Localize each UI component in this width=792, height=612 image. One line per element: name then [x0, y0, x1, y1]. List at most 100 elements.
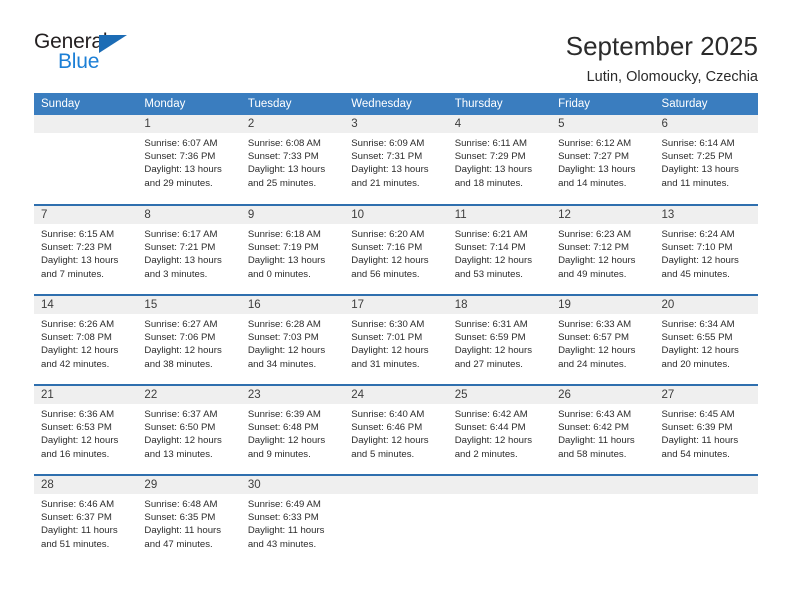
day-details: Sunrise: 6:07 AM Sunset: 7:36 PM Daylight:… [137, 133, 240, 190]
calendar-day-cell[interactable]: 19 Sunrise: 6:33 AM Sunset: 6:57 PM Dayligh… [551, 294, 655, 385]
detail-daylight-line2: and 43 minutes. [247, 538, 317, 550]
page-header: General Blue September 2025 Lutin, Olomo… [0, 0, 792, 85]
detail-sunrise: Sunrise: 6:12 AM [558, 138, 632, 149]
detail-sunset: Sunset: 6:48 PM [247, 422, 319, 434]
calendar-day-cell[interactable]: 7 Sunrise: 6:15 AM Sunset: 7:23 PM Daylight… [34, 204, 138, 295]
calendar-day-cell[interactable]: 17 Sunrise: 6:30 AM Sunset: 7:01 PM Dayligh… [344, 294, 448, 385]
day-number: 6 [654, 115, 758, 133]
detail-sunset: Sunset: 7:31 PM [351, 151, 423, 163]
detail-daylight-line2: and 27 minutes. [454, 358, 523, 370]
general-blue-logo[interactable]: General Blue [34, 30, 154, 76]
day-number: 9 [240, 206, 345, 224]
calendar-day-cell[interactable]: 29 Sunrise: 6:48 AM Sunset: 6:35 PM Dayligh… [137, 474, 241, 565]
calendar-day-cell[interactable]: 24 Sunrise: 6:40 AM Sunset: 6:46 PM Dayligh… [344, 384, 448, 475]
day-details [344, 494, 447, 498]
detail-daylight-line1: Daylight: 12 hours [351, 255, 429, 267]
calendar-day-cell[interactable]: 28 Sunrise: 6:46 AM Sunset: 6:37 PM Dayligh… [34, 474, 138, 565]
calendar-day-cell[interactable]: 13 Sunrise: 6:24 AM Sunset: 7:10 PM Dayligh… [654, 204, 758, 295]
day-details: Sunrise: 6:37 AM Sunset: 6:50 PM Daylight:… [137, 404, 240, 461]
calendar-day-cell[interactable]: 26 Sunrise: 6:43 AM Sunset: 6:42 PM Dayligh… [551, 384, 655, 475]
detail-daylight-line1: Daylight: 12 hours [247, 345, 326, 357]
detail-daylight-line1: Daylight: 11 hours [661, 435, 739, 447]
calendar-day-cell[interactable]: 9 Sunrise: 6:18 AM Sunset: 7:19 PM Daylight… [240, 204, 345, 295]
detail-sunrise: Sunrise: 6:20 AM [351, 229, 425, 240]
detail-sunset: Sunset: 6:59 PM [454, 332, 526, 344]
day-number: 1 [137, 115, 241, 133]
calendar-empty-cell [654, 474, 758, 565]
day-details: Sunrise: 6:27 AM Sunset: 7:06 PM Daylight:… [137, 314, 240, 371]
calendar-day-cell[interactable]: 14 Sunrise: 6:26 AM Sunset: 7:08 PM Dayligh… [34, 294, 138, 385]
calendar-day-cell[interactable]: 22 Sunrise: 6:37 AM Sunset: 6:50 PM Dayligh… [137, 384, 241, 475]
calendar-day-cell[interactable]: 11 Sunrise: 6:21 AM Sunset: 7:14 PM Dayligh… [447, 204, 552, 295]
detail-sunset: Sunset: 7:12 PM [558, 242, 630, 254]
detail-sunset: Sunset: 7:06 PM [144, 332, 216, 344]
calendar-day-cell[interactable]: 15 Sunrise: 6:27 AM Sunset: 7:06 PM Dayligh… [137, 294, 241, 385]
day-number: 22 [137, 386, 241, 404]
day-number: 29 [137, 476, 241, 494]
day-details: Sunrise: 6:31 AM Sunset: 6:59 PM Daylight:… [448, 314, 551, 371]
detail-sunrise: Sunrise: 6:43 AM [558, 409, 632, 420]
detail-daylight-line1: Daylight: 13 hours [454, 164, 533, 176]
day-number: 20 [654, 296, 758, 314]
calendar-day-cell[interactable]: 18 Sunrise: 6:31 AM Sunset: 6:59 PM Dayligh… [447, 294, 552, 385]
weekday-header-friday: Friday [551, 93, 655, 115]
calendar-day-cell[interactable]: 1 Sunrise: 6:07 AM Sunset: 7:36 PM Daylight… [137, 115, 241, 205]
day-number: 18 [447, 296, 552, 314]
day-details: Sunrise: 6:46 AM Sunset: 6:37 PM Daylight:… [34, 494, 137, 551]
calendar-day-cell[interactable]: 16 Sunrise: 6:28 AM Sunset: 7:03 PM Dayligh… [240, 294, 345, 385]
detail-sunset: Sunset: 7:01 PM [351, 332, 423, 344]
detail-daylight-line1: Daylight: 11 hours [558, 435, 635, 447]
day-number: 26 [551, 386, 655, 404]
detail-sunset: Sunset: 6:33 PM [247, 512, 319, 524]
detail-daylight-line1: Daylight: 12 hours [351, 345, 429, 357]
detail-daylight-line1: Daylight: 12 hours [247, 435, 326, 447]
day-number [34, 115, 138, 133]
day-number: 2 [240, 115, 345, 133]
detail-sunset: Sunset: 6:50 PM [144, 422, 216, 434]
detail-sunrise: Sunrise: 6:49 AM [247, 499, 321, 510]
weekday-header-wednesday: Wednesday [344, 93, 448, 115]
calendar-day-cell[interactable]: 27 Sunrise: 6:45 AM Sunset: 6:39 PM Dayligh… [654, 384, 758, 475]
detail-daylight-line2: and 14 minutes. [558, 177, 627, 189]
calendar-day-cell[interactable]: 25 Sunrise: 6:42 AM Sunset: 6:44 PM Dayligh… [447, 384, 552, 475]
day-details: Sunrise: 6:18 AM Sunset: 7:19 PM Daylight:… [241, 224, 344, 281]
detail-sunset: Sunset: 7:23 PM [41, 242, 112, 254]
day-details: Sunrise: 6:08 AM Sunset: 7:33 PM Daylight:… [241, 133, 344, 190]
calendar-day-cell[interactable]: 23 Sunrise: 6:39 AM Sunset: 6:48 PM Dayligh… [240, 384, 345, 475]
calendar-day-cell[interactable]: 30 Sunrise: 6:49 AM Sunset: 6:33 PM Dayligh… [240, 474, 345, 565]
calendar-day-cell[interactable]: 10 Sunrise: 6:20 AM Sunset: 7:16 PM Dayligh… [344, 204, 448, 295]
day-details: Sunrise: 6:20 AM Sunset: 7:16 PM Daylight:… [344, 224, 447, 281]
detail-daylight-line2: and 0 minutes. [247, 268, 311, 280]
calendar-day-cell[interactable]: 2 Sunrise: 6:08 AM Sunset: 7:33 PM Daylight… [240, 115, 345, 205]
day-number: 8 [137, 206, 241, 224]
detail-sunset: Sunset: 7:36 PM [144, 151, 216, 163]
calendar-day-cell[interactable]: 4 Sunrise: 6:11 AM Sunset: 7:29 PM Daylight… [447, 115, 552, 205]
detail-sunrise: Sunrise: 6:46 AM [41, 499, 115, 510]
day-number: 5 [551, 115, 655, 133]
detail-daylight-line1: Daylight: 13 hours [144, 255, 222, 267]
day-details [34, 133, 137, 137]
day-details: Sunrise: 6:48 AM Sunset: 6:35 PM Daylight:… [137, 494, 240, 551]
detail-daylight-line2: and 29 minutes. [144, 177, 213, 189]
detail-daylight-line1: Daylight: 13 hours [661, 164, 739, 176]
detail-sunrise: Sunrise: 6:39 AM [247, 409, 321, 420]
calendar-day-cell[interactable]: 8 Sunrise: 6:17 AM Sunset: 7:21 PM Daylight… [137, 204, 241, 295]
calendar-day-cell[interactable]: 6 Sunrise: 6:14 AM Sunset: 7:25 PM Daylight… [654, 115, 758, 205]
location-subtitle: Lutin, Olomoucky, Czechia [586, 69, 758, 85]
detail-daylight-line2: and 47 minutes. [144, 538, 213, 550]
calendar-day-cell[interactable]: 5 Sunrise: 6:12 AM Sunset: 7:27 PM Daylight… [551, 115, 655, 205]
day-number: 23 [240, 386, 345, 404]
calendar-day-cell[interactable]: 3 Sunrise: 6:09 AM Sunset: 7:31 PM Daylight… [344, 115, 448, 205]
day-details: Sunrise: 6:12 AM Sunset: 7:27 PM Daylight:… [551, 133, 654, 190]
calendar-week-row: 21 Sunrise: 6:36 AM Sunset: 6:53 PM Dayligh… [34, 384, 758, 475]
detail-daylight-line2: and 54 minutes. [661, 448, 730, 460]
detail-sunset: Sunset: 7:10 PM [661, 242, 733, 254]
calendar-day-cell[interactable]: 12 Sunrise: 6:23 AM Sunset: 7:12 PM Dayligh… [551, 204, 655, 295]
calendar-week-row: 1 Sunrise: 6:07 AM Sunset: 7:36 PM Daylight… [34, 115, 758, 205]
detail-sunset: Sunset: 7:19 PM [247, 242, 319, 254]
calendar-body: 1 Sunrise: 6:07 AM Sunset: 7:36 PM Daylight… [34, 115, 758, 565]
calendar-day-cell[interactable]: 20 Sunrise: 6:34 AM Sunset: 6:55 PM Dayligh… [654, 294, 758, 385]
calendar-day-cell[interactable]: 21 Sunrise: 6:36 AM Sunset: 6:53 PM Dayligh… [34, 384, 138, 475]
detail-sunrise: Sunrise: 6:14 AM [661, 138, 735, 149]
detail-daylight-line2: and 58 minutes. [558, 448, 627, 460]
